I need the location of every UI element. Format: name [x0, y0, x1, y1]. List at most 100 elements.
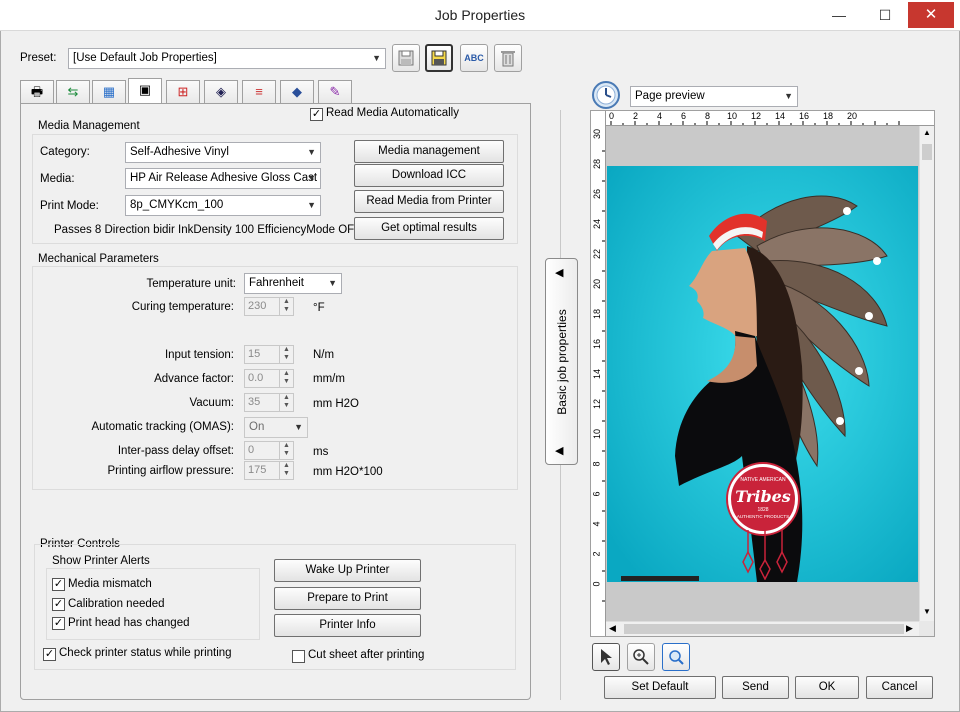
feather-ornament	[728, 530, 803, 581]
interpass-value: 0	[248, 444, 255, 456]
vacuum-input[interactable]: 35 ▲ ▼	[244, 393, 294, 412]
ruler-left-tick: 26	[592, 188, 603, 200]
tab-layers[interactable]: ◆	[280, 80, 314, 104]
rename-icon[interactable]: ABC	[460, 44, 488, 72]
tab-printer[interactable]: ▣	[128, 78, 162, 104]
input-tension-unit: N/m	[313, 349, 335, 361]
vacuum-unit: mm H2O	[313, 398, 359, 410]
scroll-right-icon[interactable]: ▶	[906, 623, 913, 634]
ruler-top-tick: 14	[775, 111, 786, 121]
ruler-left-tick: 20	[592, 278, 603, 290]
tab-transfer[interactable]: ⇆	[56, 80, 90, 104]
tracking-value: On	[249, 421, 265, 433]
delete-icon[interactable]	[494, 44, 522, 72]
curing-input[interactable]: 230 ▲ ▼	[244, 297, 294, 316]
tab-color-bars[interactable]: ≡	[242, 80, 276, 104]
ruler-left-tick: 22	[592, 248, 603, 260]
airflow-unit: mm H2O*100	[313, 466, 383, 478]
get-optimal-results-button[interactable]: Get optimal results	[354, 217, 504, 240]
zoom-fit-icon[interactable]	[662, 643, 690, 671]
horizontal-scroll-thumb[interactable]	[624, 624, 904, 634]
close-button[interactable]: ✕	[908, 2, 954, 28]
preview-footer-strip	[621, 576, 699, 581]
minimize-button[interactable]: —	[816, 2, 862, 28]
side-tab-text-wrap: Basic job properties	[545, 258, 578, 465]
ruler-top: 0 2 4 6 8 10 12 14 16 18 20	[591, 111, 934, 126]
printer-info-button[interactable]: Printer Info	[274, 614, 421, 637]
advance-input[interactable]: 0.0 ▲ ▼	[244, 369, 294, 388]
interpass-unit: ms	[313, 446, 329, 458]
logo-top-text: NATIVE AMERICAN	[740, 477, 786, 483]
print-mode-value: 8p_CMYKcm_100	[130, 199, 224, 211]
scroll-up-icon[interactable]: ▲	[923, 128, 931, 137]
read-media-auto-checkbox[interactable]: ✓	[310, 108, 323, 121]
ruler-left-tick: 8	[591, 461, 602, 467]
read-media-button[interactable]: Read Media from Printer	[354, 190, 504, 213]
layers-icon: ◆	[292, 84, 302, 99]
tab-target[interactable]: ◈	[204, 80, 238, 104]
ruler-left-tick: 24	[592, 218, 603, 230]
chevron-down-icon: ▼	[307, 173, 316, 183]
scroll-left-icon[interactable]: ◀	[609, 623, 616, 634]
send-button[interactable]: Send	[722, 676, 789, 699]
clock-icon[interactable]	[591, 80, 621, 110]
tracking-dropdown[interactable]: On ▼	[244, 417, 308, 438]
tab-image[interactable]: ▦	[92, 80, 126, 104]
download-icc-button[interactable]: Download ICC	[354, 164, 504, 187]
tab-printer-setup[interactable]: 🖶	[20, 80, 54, 104]
ruler-left-tick: 10	[592, 428, 603, 440]
tab-palette[interactable]: ✎	[318, 80, 352, 104]
curing-unit: °F	[313, 302, 325, 314]
airflow-input[interactable]: 175 ▲ ▼	[244, 461, 294, 480]
spin-arrows-icon[interactable]: ▲ ▼	[279, 442, 293, 459]
spin-arrows-icon[interactable]: ▲ ▼	[279, 298, 293, 315]
chevron-down-icon: ▼	[372, 53, 381, 63]
input-tension-input[interactable]: 15 ▲ ▼	[244, 345, 294, 364]
preview-vertical-scrollbar[interactable]: ▲ ▼	[919, 126, 934, 621]
save-as-icon[interactable]	[425, 44, 453, 72]
chevron-down-icon: ▼	[328, 278, 337, 288]
ruler-top-tick: 2	[633, 111, 639, 121]
tab-grid[interactable]: ⊞	[166, 80, 200, 104]
temp-unit-dropdown[interactable]: Fahrenheit ▼	[244, 273, 342, 294]
cut-sheet-label: Cut sheet after printing	[308, 649, 425, 661]
media-mismatch-checkbox[interactable]: ✓	[52, 578, 65, 591]
check-status-checkbox[interactable]: ✓	[43, 648, 56, 661]
preview-mode-dropdown[interactable]: Page preview ▼	[630, 86, 798, 107]
ruler-top-tick: 18	[823, 111, 834, 121]
maximize-button[interactable]: ☐	[862, 2, 908, 28]
category-dropdown[interactable]: Self-Adhesive Vinyl ▼	[125, 142, 321, 163]
zoom-tool-icon[interactable]	[627, 643, 655, 671]
tracking-label: Automatic tracking (OMAS):	[91, 421, 234, 433]
calibration-needed-checkbox[interactable]: ✓	[52, 598, 65, 611]
spin-arrows-icon[interactable]: ▲ ▼	[279, 462, 293, 479]
interpass-input[interactable]: 0 ▲ ▼	[244, 441, 294, 460]
preview-horizontal-scrollbar[interactable]: ◀ ▶	[606, 621, 919, 636]
ruler-left-tick: 18	[592, 308, 603, 320]
vertical-scroll-thumb[interactable]	[922, 144, 932, 160]
ok-button[interactable]: OK	[795, 676, 859, 699]
media-dropdown[interactable]: HP Air Release Adhesive Gloss Cast ▼	[125, 168, 321, 189]
media-management-button[interactable]: Media management	[354, 140, 504, 163]
cancel-button[interactable]: Cancel	[866, 676, 933, 699]
chevron-down-icon: ▼	[307, 200, 316, 210]
pointer-tool-icon[interactable]	[592, 643, 620, 671]
print-mode-dropdown[interactable]: 8p_CMYKcm_100 ▼	[125, 195, 321, 216]
prepare-to-print-button[interactable]: Prepare to Print	[274, 587, 421, 610]
set-default-button[interactable]: Set Default	[604, 676, 716, 699]
save-icon[interactable]	[392, 44, 420, 72]
read-media-auto-label: Read Media Automatically	[326, 107, 459, 119]
spin-arrows-icon[interactable]: ▲ ▼	[279, 394, 293, 411]
scroll-down-icon[interactable]: ▼	[923, 607, 931, 616]
preset-dropdown[interactable]: [Use Default Job Properties] ▼	[68, 48, 386, 69]
chevron-down-icon: ▼	[294, 422, 303, 432]
print-head-changed-checkbox[interactable]: ✓	[52, 617, 65, 630]
ruler-left: 30 28 26 24 22 20 18 16 14 12 10 8 6 4 2…	[591, 111, 606, 636]
spin-arrows-icon[interactable]: ▲ ▼	[279, 370, 293, 387]
ruler-top-tick: 4	[657, 111, 663, 121]
check-status-label: Check printer status while printing	[59, 647, 232, 659]
interpass-label: Inter-pass delay offset:	[117, 445, 234, 457]
spin-arrows-icon[interactable]: ▲ ▼	[279, 346, 293, 363]
cut-sheet-checkbox[interactable]	[292, 650, 305, 663]
wake-up-printer-button[interactable]: Wake Up Printer	[274, 559, 421, 582]
